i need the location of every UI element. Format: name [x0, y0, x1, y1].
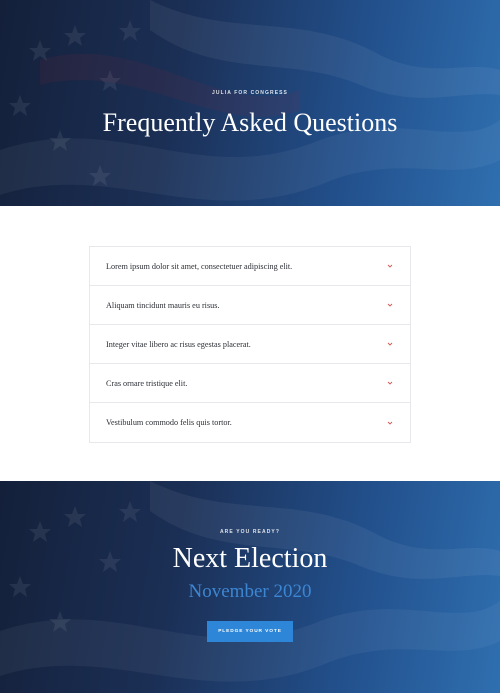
chevron-down-icon	[387, 303, 393, 307]
cta-title: Next Election	[172, 543, 328, 574]
faq-question: Vestibulum commodo felis quis tortor.	[106, 418, 232, 427]
faq-question: Aliquam tincidunt mauris eu risus.	[106, 300, 220, 310]
faq-item[interactable]: Cras ornare tristique elit.	[90, 364, 410, 403]
faq-question: Integer vitae libero ac risus egestas pl…	[106, 339, 251, 349]
faq-question: Lorem ipsum dolor sit amet, consectetuer…	[106, 261, 293, 271]
hero-eyebrow: JULIA FOR CONGRESS	[211, 90, 288, 96]
faq-question: Cras ornare tristique elit.	[106, 378, 188, 388]
election-cta-banner: ARE YOU READY? Next Election November 20…	[0, 481, 500, 693]
cta-subtitle: November 2020	[188, 581, 312, 602]
chevron-down-icon	[387, 264, 393, 268]
faq-item[interactable]: Aliquam tincidunt mauris eu risus.	[90, 286, 410, 325]
faq-accordion: Lorem ipsum dolor sit amet, consectetuer…	[89, 246, 411, 443]
hero-banner: JULIA FOR CONGRESS Frequently Asked Ques…	[0, 0, 500, 206]
pledge-vote-button[interactable]: PLEDGE YOUR VOTE	[207, 621, 293, 642]
chevron-down-icon	[387, 342, 393, 346]
faq-item[interactable]: Lorem ipsum dolor sit amet, consectetuer…	[90, 247, 410, 286]
faq-item[interactable]: Vestibulum commodo felis quis tortor.	[90, 403, 410, 442]
page-title: Frequently Asked Questions	[102, 108, 398, 137]
faq-section: Lorem ipsum dolor sit amet, consectetuer…	[0, 206, 500, 443]
chevron-down-icon	[387, 381, 393, 385]
faq-item[interactable]: Integer vitae libero ac risus egestas pl…	[90, 325, 410, 364]
cta-eyebrow: ARE YOU READY?	[219, 529, 281, 535]
chevron-down-icon	[387, 421, 393, 425]
